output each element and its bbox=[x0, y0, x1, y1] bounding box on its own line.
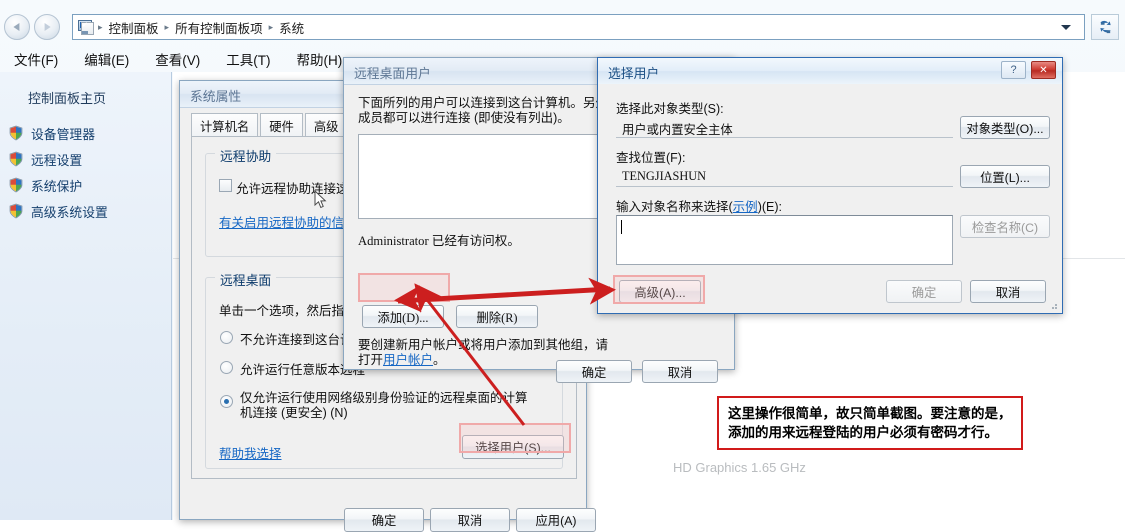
names-label: 输入对象名称来选择(示例)(E): bbox=[616, 196, 782, 215]
radio-disallow-connections[interactable] bbox=[220, 331, 233, 344]
menu-file[interactable]: 文件(F) bbox=[14, 49, 58, 69]
sidebar-item-advanced-system-settings[interactable]: 高级系统设置 bbox=[8, 198, 172, 224]
sidebar-item-label: 高级系统设置 bbox=[31, 204, 108, 220]
location-label: 查找位置(F): bbox=[616, 151, 686, 165]
nav-buttons bbox=[4, 14, 66, 40]
object-type-button[interactable]: 对象类型(O)... bbox=[960, 116, 1050, 139]
breadcrumb-separator: ▸ bbox=[98, 21, 103, 32]
annotation-note-line2: 添加的用来远程登陆的用户必须有密码才行。 bbox=[728, 425, 998, 440]
allow-remote-assistance-checkbox[interactable] bbox=[219, 179, 232, 192]
remote-assistance-info-link[interactable]: 有关启用远程协助的信息 bbox=[219, 212, 357, 231]
rdu-cancel-button[interactable]: 取消 bbox=[642, 360, 718, 383]
sidebar-item-label: 设备管理器 bbox=[31, 126, 95, 142]
breadcrumb-separator: ▸ bbox=[164, 21, 170, 32]
annotation-note-line1: 这里操作很简单，故只简单截图。要注意的是， bbox=[728, 406, 1012, 421]
refresh-icon[interactable] bbox=[1091, 14, 1119, 40]
help-button[interactable]: ? bbox=[1001, 61, 1026, 79]
resize-grip[interactable] bbox=[1047, 299, 1059, 311]
forward-arrow-icon bbox=[44, 23, 51, 31]
highlight-advanced-button bbox=[613, 275, 705, 304]
sysprops-apply-button[interactable]: 应用(A) bbox=[516, 508, 596, 532]
rdu-hint-suffix: 。 bbox=[433, 353, 446, 367]
breadcrumb-separator: ▸ bbox=[268, 21, 274, 32]
sidebar-item-label: 系统保护 bbox=[31, 178, 83, 194]
chevron-down-icon[interactable] bbox=[1055, 15, 1077, 39]
names-label-prefix: 输入对象名称来选择( bbox=[616, 200, 733, 214]
back-arrow-icon bbox=[13, 23, 20, 31]
forward-button[interactable] bbox=[34, 14, 60, 40]
rdu-add-button[interactable]: 添加(D)... bbox=[362, 305, 444, 328]
shield-icon bbox=[8, 177, 24, 193]
close-button[interactable]: ✕ bbox=[1031, 61, 1056, 79]
sidebar-header[interactable]: 控制面板主页 bbox=[28, 88, 106, 107]
address-bar: ✔ ▸ 控制面板 ▸ 所有控制面板项 ▸ 系统 bbox=[0, 6, 1125, 40]
sidebar-list: 设备管理器 远程设置 系统保护 高级系统设置 bbox=[8, 120, 172, 224]
radio-dot bbox=[224, 399, 229, 404]
shield-icon bbox=[8, 125, 24, 141]
rdu-ok-button[interactable]: 确定 bbox=[556, 360, 632, 383]
check-names-button[interactable]: 检查名称(C) bbox=[960, 215, 1050, 238]
remote-desktop-intro: 单击一个选项，然后指定 bbox=[219, 304, 357, 318]
sidebar-item-remote-settings[interactable]: 远程设置 bbox=[8, 146, 172, 172]
menu-view[interactable]: 查看(V) bbox=[155, 49, 200, 69]
sysprops-ok-button[interactable]: 确定 bbox=[344, 508, 424, 532]
refresh-glyph bbox=[1099, 20, 1111, 33]
names-label-suffix: )(E): bbox=[757, 200, 782, 214]
breadcrumb-item-1[interactable]: 所有控制面板项 bbox=[171, 18, 267, 37]
dialog-title: 选择用户 bbox=[608, 66, 660, 81]
text-caret bbox=[621, 220, 622, 234]
shield-icon bbox=[8, 203, 24, 219]
address-breadcrumb-box[interactable]: ✔ ▸ 控制面板 ▸ 所有控制面板项 ▸ 系统 bbox=[72, 14, 1085, 40]
location-value: TENGJIASHUN bbox=[622, 169, 707, 183]
radio-allow-nla-only-label: 仅允许运行使用网络级别身份验证的远程桌面的计算 机连接 (更安全) (N) bbox=[240, 391, 528, 420]
sidebar: 控制面板主页 设备管理器 远程设置 系统保护 高级系统设置 bbox=[0, 72, 172, 520]
dialog-title: 系统属性 bbox=[190, 89, 242, 104]
location-field[interactable]: TENGJIASHUN bbox=[616, 166, 953, 187]
dialog-titlebar[interactable]: 选择用户 ? ✕ bbox=[598, 58, 1062, 85]
select-users-cancel-button[interactable]: 取消 bbox=[970, 280, 1046, 303]
menu-edit[interactable]: 编辑(E) bbox=[84, 49, 129, 69]
menu-help[interactable]: 帮助(H) bbox=[297, 49, 343, 69]
remote-assistance-title: 远程协助 bbox=[215, 146, 277, 165]
background-spec-text: HD Graphics 1.65 GHz bbox=[673, 460, 806, 475]
breadcrumb-item-2[interactable]: 系统 bbox=[275, 18, 308, 37]
rdu-remove-button[interactable]: 删除(R) bbox=[456, 305, 538, 328]
object-names-input[interactable] bbox=[616, 215, 953, 265]
rdu-access-note: Administrator 已经有访问权。 bbox=[358, 234, 520, 248]
explorer-window: ✔ ▸ 控制面板 ▸ 所有控制面板项 ▸ 系统 文件(F) 编辑(E) 查看(V… bbox=[0, 0, 1125, 532]
back-button[interactable] bbox=[4, 14, 30, 40]
menu-tools[interactable]: 工具(T) bbox=[226, 49, 270, 69]
computer-icon: ✔ bbox=[77, 19, 94, 35]
highlight-select-users-button bbox=[459, 423, 571, 453]
examples-link[interactable]: 示例 bbox=[733, 200, 758, 214]
select-users-ok-button[interactable]: 确定 bbox=[886, 280, 962, 303]
user-accounts-link[interactable]: 用户帐户 bbox=[383, 353, 433, 367]
location-button[interactable]: 位置(L)... bbox=[960, 165, 1050, 188]
radio-allow-any-version[interactable] bbox=[220, 361, 233, 374]
remote-desktop-title: 远程桌面 bbox=[215, 270, 277, 289]
breadcrumb-item-0[interactable]: 控制面板 bbox=[105, 18, 163, 37]
shield-icon bbox=[8, 151, 24, 167]
annotation-note: 这里操作很简单，故只简单截图。要注意的是， 添加的用来远程登陆的用户必须有密码才… bbox=[717, 396, 1023, 450]
dialog-title: 远程桌面用户 bbox=[354, 66, 431, 81]
object-type-field[interactable]: 用户或内置安全主体 bbox=[616, 117, 953, 138]
object-type-label: 选择此对象类型(S): bbox=[616, 102, 724, 116]
sidebar-item-system-protection[interactable]: 系统保护 bbox=[8, 172, 172, 198]
sidebar-item-device-manager[interactable]: 设备管理器 bbox=[8, 120, 172, 146]
sysprops-cancel-button[interactable]: 取消 bbox=[430, 508, 510, 532]
help-me-choose-link[interactable]: 帮助我选择 bbox=[219, 443, 282, 462]
radio-allow-nla-only[interactable] bbox=[220, 395, 233, 408]
sidebar-item-label: 远程设置 bbox=[31, 152, 83, 168]
highlight-add-button bbox=[358, 273, 450, 302]
object-type-value: 用户或内置安全主体 bbox=[622, 123, 733, 137]
